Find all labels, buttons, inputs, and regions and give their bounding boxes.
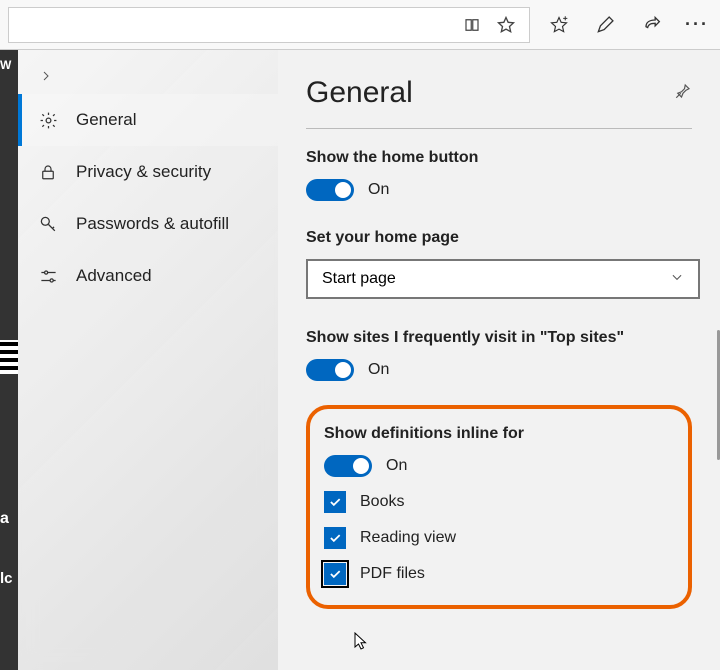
home-page-selected: Start page (322, 270, 670, 288)
home-page-select[interactable]: Start page (306, 259, 700, 299)
hub-favorites-icon[interactable] (536, 0, 582, 50)
settings-panel: General Show the home button On Set your… (278, 50, 720, 670)
checkbox-books-label: Books (360, 493, 404, 511)
checkbox-reading-view-label: Reading view (360, 529, 456, 547)
collapse-sidebar-button[interactable] (18, 58, 278, 94)
key-icon (38, 214, 58, 234)
sidebar-item-passwords[interactable]: Passwords & autofill (18, 198, 278, 250)
divider (306, 128, 692, 129)
home-button-toggle[interactable] (306, 179, 354, 201)
top-sites-label: Show sites I frequently visit in "Top si… (306, 329, 692, 347)
checkbox-books[interactable] (324, 491, 346, 513)
pin-pane-icon[interactable] (674, 82, 692, 105)
address-bar[interactable] (8, 7, 530, 43)
more-icon[interactable]: ··· (674, 0, 720, 50)
home-page-label: Set your home page (306, 229, 692, 247)
gear-icon (38, 110, 58, 130)
top-sites-toggle[interactable] (306, 359, 354, 381)
share-icon[interactable] (628, 0, 674, 50)
sidebar-item-label: Advanced (76, 266, 152, 286)
sliders-icon (38, 266, 58, 286)
home-button-toggle-state: On (368, 181, 389, 199)
browser-toolbar: ··· (0, 0, 720, 50)
sidebar-item-advanced[interactable]: Advanced (18, 250, 278, 302)
settings-sidebar: General Privacy & security Passwords & a… (18, 50, 278, 670)
checkbox-pdf-files[interactable] (324, 563, 346, 585)
sidebar-item-label: Privacy & security (76, 162, 211, 182)
sidebar-item-label: General (76, 110, 136, 130)
sidebar-item-label: Passwords & autofill (76, 214, 229, 234)
reading-view-icon[interactable] (455, 8, 489, 42)
definitions-toggle-state: On (386, 457, 407, 475)
favorite-star-icon[interactable] (489, 8, 523, 42)
web-notes-icon[interactable] (582, 0, 628, 50)
definitions-toggle[interactable] (324, 455, 372, 477)
chevron-down-icon (670, 270, 684, 289)
panel-title: General (306, 76, 413, 110)
sidebar-item-general[interactable]: General (18, 94, 278, 146)
top-sites-toggle-state: On (368, 361, 389, 379)
sidebar-item-privacy[interactable]: Privacy & security (18, 146, 278, 198)
checkbox-reading-view[interactable] (324, 527, 346, 549)
definitions-highlight-box: Show definitions inline for On Books Rea… (306, 405, 692, 609)
definitions-label: Show definitions inline for (324, 425, 674, 443)
checkbox-pdf-files-label: PDF files (360, 565, 425, 583)
home-button-label: Show the home button (306, 149, 692, 167)
lock-icon (38, 162, 58, 182)
background-page-sliver: W a lc (0, 50, 18, 670)
